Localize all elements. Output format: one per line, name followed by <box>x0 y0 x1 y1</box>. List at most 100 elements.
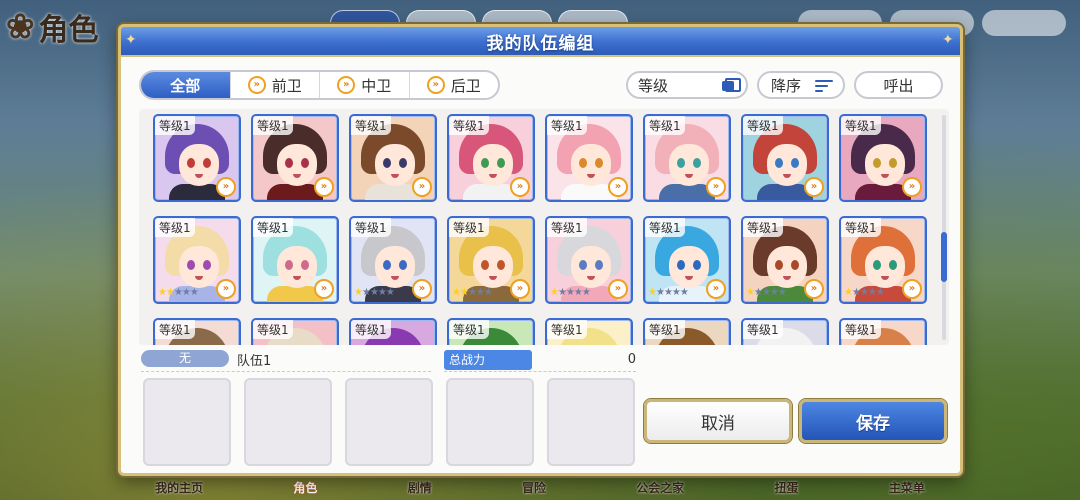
character-level: 等级1 <box>253 218 293 237</box>
filter-tab[interactable]: » 中卫 <box>320 72 410 98</box>
dialog-header: ✦ 我的队伍编组 ✦ <box>121 27 960 57</box>
scrollbar-track[interactable] <box>942 115 946 340</box>
character-card[interactable]: 等级1» <box>545 318 633 345</box>
team-slot-2[interactable] <box>244 378 332 466</box>
character-card[interactable]: 等级1» <box>741 318 829 345</box>
corner-ornament-icon: ✦ <box>125 32 137 48</box>
filter-tab-label: 后卫 <box>450 76 481 95</box>
position-icon: » <box>510 177 530 197</box>
position-icon: » <box>608 279 628 299</box>
character-card[interactable]: 等级1» <box>349 318 437 345</box>
team-name: 队伍1 <box>237 354 272 369</box>
bottom-nav-item[interactable]: 公会之家 <box>636 479 684 496</box>
bottom-nav-item[interactable]: 我的主页 <box>155 479 203 496</box>
character-grid: 等级1 » 等级1 » 等级1 » 等级1 » 等级1 » 等级1 » 等级1 » 等级1 » 等级1 ★★★★★… <box>153 114 927 345</box>
team-slot-4[interactable] <box>446 378 534 466</box>
character-list[interactable]: 等级1 » 等级1 » 等级1 » 等级1 » 等级1 » 等级1 » 等级1 » 等级1 » 等级1 ★★★★★… <box>139 109 949 345</box>
total-power-label: 总战力 <box>444 350 532 370</box>
character-card[interactable]: 等级1 ★★★★★ » <box>447 216 535 304</box>
character-level: 等级1 <box>547 320 587 339</box>
bottom-nav-item[interactable]: 主菜单 <box>889 479 925 496</box>
character-card[interactable]: 等级1» <box>545 114 633 202</box>
character-level: 等级1 <box>743 218 783 237</box>
character-level: 等级1 <box>449 116 489 135</box>
filter-tab[interactable]: » 后卫 <box>410 72 499 98</box>
star-rating: ★★★★★ <box>550 287 591 298</box>
bottom-nav-item[interactable]: 扭蛋 <box>775 479 799 496</box>
character-card[interactable]: 等级1» <box>153 318 241 345</box>
team-slot-5[interactable] <box>547 378 635 466</box>
position-icon: » <box>902 279 922 299</box>
position-icon: » <box>706 279 726 299</box>
character-card[interactable]: 等级1 » <box>251 114 339 202</box>
character-card[interactable]: 等级1» <box>839 318 927 345</box>
middle-icon: » <box>337 76 356 94</box>
position-icon: » <box>804 177 824 197</box>
front-icon: » <box>247 76 266 94</box>
position-icon: » <box>608 177 628 197</box>
character-level: 等级1 <box>841 320 881 339</box>
position-icon: » <box>216 177 236 197</box>
bottom-nav-item[interactable]: 冒险 <box>522 479 546 496</box>
character-card[interactable]: 等级1» <box>251 318 339 345</box>
star-rating: ★★★★★ <box>648 287 689 298</box>
save-button[interactable]: 保存 <box>799 399 947 443</box>
position-icon: » <box>412 177 432 197</box>
filter-tab[interactable]: 全部 <box>141 72 231 98</box>
filter-tab-label: 前卫 <box>271 76 302 95</box>
character-card[interactable]: 等级1» <box>643 318 731 345</box>
position-icon: » <box>412 279 432 299</box>
corner-ornament-icon: ✦ <box>942 32 954 48</box>
character-level: 等级1 <box>253 116 293 135</box>
bottom-nav-item[interactable]: 剧情 <box>408 479 432 496</box>
character-card[interactable]: 等级1» <box>741 114 829 202</box>
character-level: 等级1 <box>645 218 685 237</box>
swirl-ornament-icon: ❀ <box>6 7 35 47</box>
character-level: 等级1 <box>351 218 391 237</box>
scrollbar-thumb[interactable] <box>941 232 947 282</box>
character-card[interactable]: 等级1 ★★★★★ » <box>643 216 731 304</box>
star-rating: ★★★★★ <box>158 287 199 298</box>
cancel-button[interactable]: 取消 <box>644 399 792 443</box>
team-tag: 无 <box>141 350 229 367</box>
character-card[interactable]: 等级1» <box>349 114 437 202</box>
call-out-button[interactable]: 呼出 <box>854 71 943 99</box>
character-card[interactable]: 等级1» <box>153 114 241 202</box>
character-card[interactable]: 等级1 ★★★★★ » <box>545 216 633 304</box>
position-filter-tabs: 全部 » 前卫 » 中卫 » 后卫 <box>139 70 500 100</box>
screen-title: ❀ 角色 <box>6 4 99 50</box>
sort-field-button[interactable]: 等级 <box>626 71 748 99</box>
character-card[interactable]: 等级1 ★★★★★ » <box>153 216 241 304</box>
position-icon: » <box>902 177 922 197</box>
character-card[interactable]: 等级1 » <box>839 114 927 202</box>
sort-field-label: 等级 <box>638 76 669 95</box>
divider <box>444 371 636 372</box>
character-card[interactable]: 等级1 » <box>447 114 535 202</box>
team-slot-3[interactable] <box>345 378 433 466</box>
character-level: 等级1 <box>645 116 685 135</box>
character-level: 等级1 <box>155 218 195 237</box>
sort-order-button[interactable]: 降序 <box>757 71 845 99</box>
character-card[interactable]: 等级1 » <box>251 216 339 304</box>
filter-tab-label: 中卫 <box>361 76 392 95</box>
character-card[interactable]: 等级1 » <box>643 114 731 202</box>
character-card[interactable]: 等级1 ★★★★★ » <box>741 216 829 304</box>
position-icon: » <box>314 279 334 299</box>
character-level: 等级1 <box>449 320 489 339</box>
position-icon: » <box>216 279 236 299</box>
character-level: 等级1 <box>841 116 881 135</box>
sort-options-icon <box>722 78 741 92</box>
character-card[interactable]: 等级1» <box>447 318 535 345</box>
character-card[interactable]: 等级1 ★★★★★ » <box>349 216 437 304</box>
total-power-value: 0 <box>627 352 636 367</box>
character-level: 等级1 <box>645 320 685 339</box>
position-icon: » <box>510 279 530 299</box>
position-icon: » <box>706 177 726 197</box>
position-icon: » <box>314 177 334 197</box>
character-level: 等级1 <box>155 320 195 339</box>
character-card[interactable]: 等级1 ★★★★★ » <box>839 216 927 304</box>
sort-order-label: 降序 <box>771 76 802 95</box>
bottom-nav-item[interactable]: 角色 <box>293 479 317 496</box>
filter-tab[interactable]: » 前卫 <box>231 72 320 98</box>
team-slot-1[interactable] <box>143 378 231 466</box>
